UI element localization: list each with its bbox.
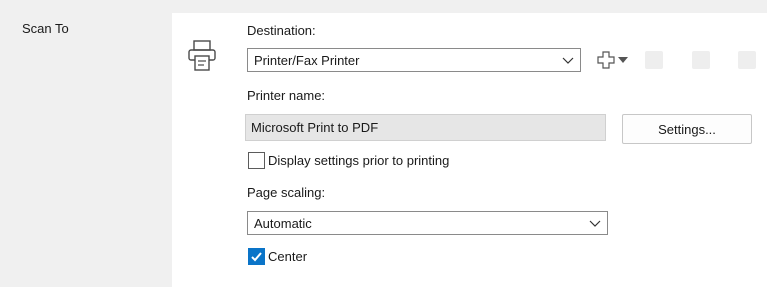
page-scaling-label: Page scaling: xyxy=(247,185,326,200)
page-scaling-value: Automatic xyxy=(254,215,312,231)
page-scaling-select[interactable]: Automatic xyxy=(247,211,608,235)
dropdown-arrow-icon[interactable] xyxy=(618,56,628,64)
center-checkbox[interactable] xyxy=(248,248,265,265)
display-settings-label[interactable]: Display settings prior to printing xyxy=(268,153,449,168)
chevron-down-icon xyxy=(562,57,574,64)
printer-icon xyxy=(188,40,216,71)
printer-name-field: Microsoft Print to PDF xyxy=(245,114,606,141)
section-label: Scan To xyxy=(22,21,69,36)
destination-label: Destination: xyxy=(247,23,316,38)
printer-name-label: Printer name: xyxy=(247,88,326,103)
destination-select[interactable]: Printer/Fax Printer xyxy=(247,48,581,72)
display-settings-checkbox[interactable] xyxy=(248,152,265,169)
disabled-icon xyxy=(738,51,756,69)
checkmark-icon xyxy=(251,252,262,262)
disabled-icon xyxy=(645,51,663,69)
chevron-down-icon xyxy=(589,220,601,227)
center-label[interactable]: Center xyxy=(268,249,307,264)
add-icon[interactable] xyxy=(596,50,616,70)
printer-name-value: Microsoft Print to PDF xyxy=(251,120,379,135)
destination-value: Printer/Fax Printer xyxy=(254,52,360,68)
disabled-icon xyxy=(692,51,710,69)
settings-button[interactable]: Settings... xyxy=(622,114,752,144)
